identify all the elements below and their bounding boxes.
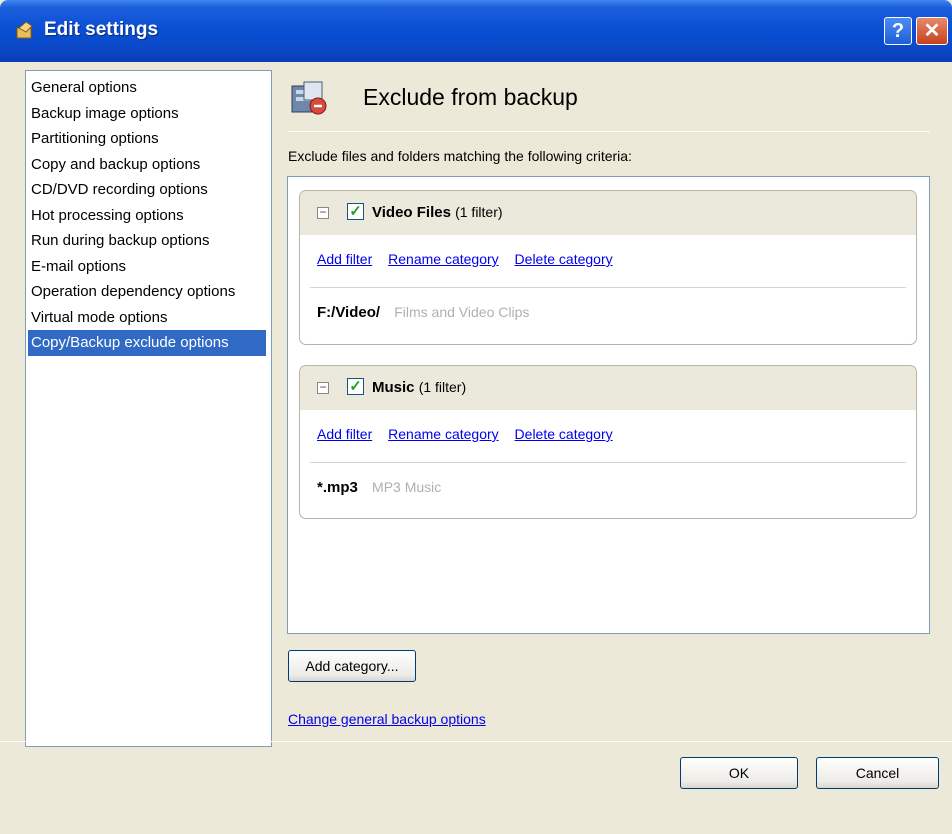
category-title: Video Files (1 filter): [372, 204, 503, 221]
filter-description: MP3 Music: [372, 479, 442, 495]
filter-entry[interactable]: F:/Video/ Films and Video Clips: [317, 304, 529, 321]
sidebar-item-exclude[interactable]: Copy/Backup exclude options: [28, 330, 266, 356]
footer-divider: [0, 741, 952, 742]
checkbox-checked-icon[interactable]: ✓: [347, 378, 364, 395]
category-divider: [310, 462, 906, 463]
help-button[interactable]: ?: [884, 17, 912, 45]
edit-settings-dialog: Edit settings ? ✕ General options Backup…: [0, 0, 952, 834]
description-text: Exclude files and folders matching the f…: [288, 148, 632, 164]
delete-category-link[interactable]: Delete category: [515, 426, 613, 442]
cancel-button[interactable]: Cancel: [816, 757, 939, 789]
category-actions: Add filter Rename category Delete catego…: [317, 251, 625, 267]
category-actions: Add filter Rename category Delete catego…: [317, 426, 625, 442]
sidebar-item-run-during-backup[interactable]: Run during backup options: [26, 228, 271, 254]
ok-button[interactable]: OK: [680, 757, 798, 789]
category-music: − ✓ Music (1 filter) Add filter Rename c…: [299, 365, 917, 519]
sidebar-item-email[interactable]: E-mail options: [26, 254, 271, 280]
category-title: Music (1 filter): [372, 379, 466, 396]
exclude-criteria-panel[interactable]: − ✓ Video Files (1 filter) Add filter Re…: [287, 176, 930, 634]
filter-path: F:/Video/: [317, 304, 381, 321]
add-category-button[interactable]: Add category...: [288, 650, 416, 682]
add-filter-link[interactable]: Add filter: [317, 251, 372, 267]
page-title: Exclude from backup: [363, 84, 578, 110]
filter-count: (1 filter): [455, 204, 503, 220]
sidebar-item-hot-processing[interactable]: Hot processing options: [26, 203, 271, 229]
edit-settings-icon: [14, 20, 36, 42]
category-name: Video Files: [372, 204, 451, 221]
header-divider: [288, 131, 930, 132]
category-header: − ✓ Music (1 filter): [300, 366, 916, 410]
settings-category-list: General options Backup image options Par…: [25, 70, 272, 747]
filter-path: *.mp3: [317, 479, 358, 496]
rename-category-link[interactable]: Rename category: [388, 426, 499, 442]
window-title: Edit settings: [44, 19, 159, 40]
filter-description: Films and Video Clips: [394, 304, 530, 320]
rename-category-link[interactable]: Rename category: [388, 251, 499, 267]
sidebar-item-virtual-mode[interactable]: Virtual mode options: [26, 305, 271, 331]
collapse-icon[interactable]: −: [317, 206, 329, 219]
filter-entry[interactable]: *.mp3 MP3 Music: [317, 479, 441, 496]
category-video-files: − ✓ Video Files (1 filter) Add filter Re…: [299, 190, 917, 345]
sidebar-item-operation-dependency[interactable]: Operation dependency options: [26, 279, 271, 305]
filter-count: (1 filter): [418, 379, 467, 395]
close-button[interactable]: ✕: [916, 17, 948, 45]
collapse-icon[interactable]: −: [317, 381, 329, 394]
category-header: − ✓ Video Files (1 filter): [300, 191, 916, 235]
sidebar-item-general[interactable]: General options: [26, 75, 271, 101]
add-filter-link[interactable]: Add filter: [317, 426, 372, 442]
title-bar[interactable]: Edit settings ? ✕: [0, 0, 952, 62]
sidebar-item-copy-backup[interactable]: Copy and backup options: [26, 152, 271, 178]
sidebar-item-partitioning[interactable]: Partitioning options: [26, 126, 271, 152]
change-general-backup-options-link[interactable]: Change general backup options: [288, 711, 486, 727]
delete-category-link[interactable]: Delete category: [515, 251, 613, 267]
sidebar-item-cd-dvd[interactable]: CD/DVD recording options: [26, 177, 271, 203]
category-divider: [310, 287, 906, 288]
checkbox-checked-icon[interactable]: ✓: [347, 203, 364, 220]
exclude-backup-icon: [288, 78, 328, 118]
category-name: Music: [372, 379, 415, 396]
sidebar-item-backup-image[interactable]: Backup image options: [26, 101, 271, 127]
